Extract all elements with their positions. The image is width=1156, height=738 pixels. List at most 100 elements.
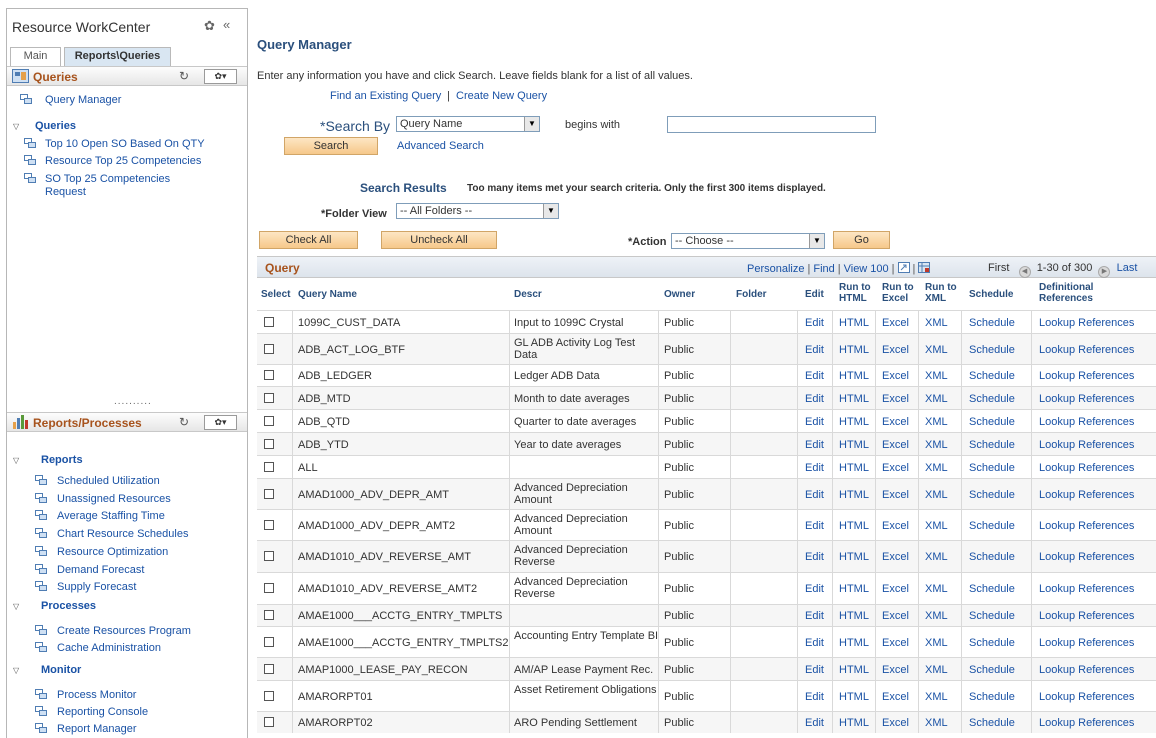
folder-view-select[interactable]: -- All Folders -- ▼ — [396, 203, 559, 219]
reports-group-label[interactable]: Reports — [41, 454, 83, 466]
schedule-link[interactable]: Schedule — [969, 439, 1015, 451]
select-checkbox[interactable] — [264, 610, 274, 620]
download-grid-icon[interactable] — [918, 262, 931, 273]
run-xml-link[interactable]: XML — [925, 462, 948, 474]
run-xml-link[interactable]: XML — [925, 637, 948, 649]
edit-link[interactable]: Edit — [805, 520, 824, 532]
run-excel-link[interactable]: Excel — [882, 489, 909, 501]
lookup-references-link[interactable]: Lookup References — [1039, 489, 1134, 501]
edit-link[interactable]: Edit — [805, 664, 824, 676]
section-menu-button[interactable]: ✿▾ — [204, 415, 237, 430]
schedule-link[interactable]: Schedule — [969, 489, 1015, 501]
select-checkbox[interactable] — [264, 551, 274, 561]
run-excel-link[interactable]: Excel — [882, 439, 909, 451]
create-new-query-link[interactable]: Create New Query — [456, 90, 547, 102]
lookup-references-link[interactable]: Lookup References — [1039, 520, 1134, 532]
col-descr[interactable]: Descr — [514, 289, 542, 300]
run-html-link[interactable]: HTML — [839, 344, 869, 356]
edit-link[interactable]: Edit — [805, 462, 824, 474]
expand-triangle-icon[interactable]: ▽ — [13, 666, 19, 675]
nav-item-link[interactable]: Report Manager — [57, 723, 137, 736]
run-excel-link[interactable]: Excel — [882, 344, 909, 356]
schedule-link[interactable]: Schedule — [969, 637, 1015, 649]
select-checkbox[interactable] — [264, 717, 274, 727]
queries-group-label[interactable]: Queries — [35, 120, 76, 132]
run-html-link[interactable]: HTML — [839, 691, 869, 703]
schedule-link[interactable]: Schedule — [969, 344, 1015, 356]
nav-item-link[interactable]: Chart Resource Schedules — [57, 528, 188, 541]
monitor-group-label[interactable]: Monitor — [41, 664, 81, 676]
lookup-references-link[interactable]: Lookup References — [1039, 462, 1134, 474]
lookup-references-link[interactable]: Lookup References — [1039, 610, 1134, 622]
lookup-references-link[interactable]: Lookup References — [1039, 344, 1134, 356]
personalize-link[interactable]: Personalize — [747, 263, 804, 275]
run-html-link[interactable]: HTML — [839, 520, 869, 532]
section-menu-button[interactable]: ✿▾ — [204, 69, 237, 84]
col-owner[interactable]: Owner — [664, 289, 695, 300]
tab-reports-queries[interactable]: Reports\Queries — [64, 47, 171, 66]
edit-link[interactable]: Edit — [805, 610, 824, 622]
run-excel-link[interactable]: Excel — [882, 393, 909, 405]
run-html-link[interactable]: HTML — [839, 551, 869, 563]
run-xml-link[interactable]: XML — [925, 583, 948, 595]
edit-link[interactable]: Edit — [805, 393, 824, 405]
tab-main[interactable]: Main — [10, 47, 61, 66]
select-checkbox[interactable] — [264, 462, 274, 472]
lookup-references-link[interactable]: Lookup References — [1039, 416, 1134, 428]
run-excel-link[interactable]: Excel — [882, 717, 909, 729]
run-html-link[interactable]: HTML — [839, 393, 869, 405]
schedule-link[interactable]: Schedule — [969, 416, 1015, 428]
select-checkbox[interactable] — [264, 439, 274, 449]
run-excel-link[interactable]: Excel — [882, 610, 909, 622]
run-html-link[interactable]: HTML — [839, 583, 869, 595]
run-html-link[interactable]: HTML — [839, 416, 869, 428]
edit-link[interactable]: Edit — [805, 439, 824, 451]
run-xml-link[interactable]: XML — [925, 370, 948, 382]
query-link[interactable]: Resource Top 25 Competencies — [45, 155, 201, 168]
lookup-references-link[interactable]: Lookup References — [1039, 551, 1134, 563]
lookup-references-link[interactable]: Lookup References — [1039, 370, 1134, 382]
schedule-link[interactable]: Schedule — [969, 520, 1015, 532]
run-xml-link[interactable]: XML — [925, 610, 948, 622]
run-excel-link[interactable]: Excel — [882, 637, 909, 649]
run-xml-link[interactable]: XML — [925, 691, 948, 703]
run-excel-link[interactable]: Excel — [882, 462, 909, 474]
expand-triangle-icon[interactable]: ▽ — [13, 456, 19, 465]
edit-link[interactable]: Edit — [805, 416, 824, 428]
next-icon[interactable]: ▶ — [1098, 266, 1111, 278]
col-query-name[interactable]: Query Name — [298, 289, 357, 300]
last-link[interactable]: Last — [1117, 262, 1138, 274]
lookup-references-link[interactable]: Lookup References — [1039, 317, 1134, 329]
select-checkbox[interactable] — [264, 583, 274, 593]
nav-item-link[interactable]: Process Monitor — [57, 689, 136, 702]
schedule-link[interactable]: Schedule — [969, 664, 1015, 676]
advanced-search-link[interactable]: Advanced Search — [397, 140, 484, 152]
nav-item-link[interactable]: Cache Administration — [57, 642, 161, 655]
run-html-link[interactable]: HTML — [839, 317, 869, 329]
schedule-link[interactable]: Schedule — [969, 691, 1015, 703]
refresh-icon[interactable]: ↻ — [179, 69, 189, 83]
schedule-link[interactable]: Schedule — [969, 317, 1015, 329]
expand-triangle-icon[interactable]: ▽ — [13, 602, 19, 611]
search-input[interactable] — [667, 116, 876, 133]
run-html-link[interactable]: HTML — [839, 439, 869, 451]
edit-link[interactable]: Edit — [805, 551, 824, 563]
run-xml-link[interactable]: XML — [925, 317, 948, 329]
nav-item-link[interactable]: Scheduled Utilization — [57, 475, 160, 488]
schedule-link[interactable]: Schedule — [969, 583, 1015, 595]
schedule-link[interactable]: Schedule — [969, 370, 1015, 382]
check-all-button[interactable]: Check All — [259, 231, 358, 249]
run-html-link[interactable]: HTML — [839, 717, 869, 729]
gear-icon[interactable]: ✿ — [204, 18, 215, 34]
select-checkbox[interactable] — [264, 416, 274, 426]
run-excel-link[interactable]: Excel — [882, 317, 909, 329]
col-folder[interactable]: Folder — [736, 289, 767, 300]
previous-icon[interactable]: ◀ — [1018, 266, 1031, 278]
nav-item-link[interactable]: Create Resources Program — [57, 625, 191, 638]
lookup-references-link[interactable]: Lookup References — [1039, 637, 1134, 649]
nav-item-link[interactable]: Reporting Console — [57, 706, 148, 719]
run-xml-link[interactable]: XML — [925, 439, 948, 451]
run-html-link[interactable]: HTML — [839, 664, 869, 676]
edit-link[interactable]: Edit — [805, 489, 824, 501]
edit-link[interactable]: Edit — [805, 317, 824, 329]
